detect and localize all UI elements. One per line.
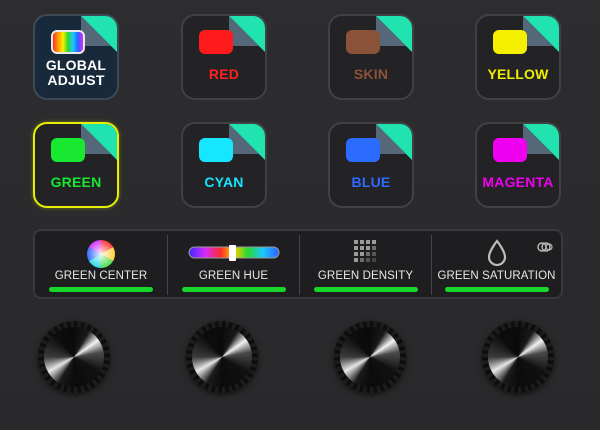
corner-tab-icon	[81, 124, 117, 160]
corner-tab-icon	[376, 124, 412, 160]
knob-1[interactable]	[38, 321, 110, 393]
param-green-saturation[interactable]: GREEN SATURATION	[431, 235, 561, 295]
param-label: GREEN CENTER	[54, 270, 148, 282]
hue-slider-icon	[188, 245, 279, 261]
rainbow-swatch-icon	[51, 30, 85, 54]
red-label: RED	[208, 66, 240, 82]
level-bar	[444, 287, 549, 292]
cyan-label: CYAN	[204, 174, 244, 190]
saturation-drop-icon	[487, 239, 506, 267]
magenta-swatch	[493, 138, 527, 162]
red-button[interactable]: RED	[181, 14, 267, 100]
param-label: GREEN DENSITY	[317, 270, 414, 282]
color-control-panel: GLOBAL ADJUST RED SKIN YELLOW GREEN CYAN…	[0, 0, 600, 430]
level-bar	[49, 287, 153, 292]
corner-tab-icon	[229, 16, 265, 52]
yellow-label: YELLOW	[487, 66, 549, 82]
param-green-center[interactable]: GREEN CENTER	[35, 235, 167, 295]
skin-swatch	[346, 30, 380, 54]
knob-cap	[488, 327, 548, 387]
param-label: GREEN HUE	[198, 270, 269, 282]
cyan-swatch	[199, 138, 233, 162]
level-bar	[181, 287, 286, 292]
green-label: GREEN	[50, 174, 102, 190]
blue-label: BLUE	[351, 174, 391, 190]
knob-cap	[44, 327, 104, 387]
param-green-density[interactable]: GREEN DENSITY	[299, 235, 431, 295]
knob-cap	[192, 327, 252, 387]
skin-button[interactable]: SKIN	[328, 14, 414, 100]
green-swatch	[51, 138, 85, 162]
global-label-line-1: GLOBAL	[45, 57, 107, 73]
global-label-line-2: ADJUST	[47, 72, 105, 88]
green-button[interactable]: GREEN	[33, 122, 119, 208]
corner-tab-icon	[523, 124, 559, 160]
global-adjust-button[interactable]: GLOBAL ADJUST	[33, 14, 119, 100]
red-swatch	[199, 30, 233, 54]
density-grid-icon	[353, 240, 376, 262]
cyan-button[interactable]: CYAN	[181, 122, 267, 208]
param-label: GREEN SATURATION	[437, 270, 556, 282]
parameter-strip: GREEN CENTER GREEN HUE GREEN DENSITY GRE…	[33, 229, 563, 299]
yellow-swatch	[493, 30, 527, 54]
corner-tab-icon	[229, 124, 265, 160]
corner-tab-icon	[376, 16, 412, 52]
knob-cap	[340, 327, 400, 387]
magenta-label: MAGENTA	[482, 174, 554, 190]
param-green-hue[interactable]: GREEN HUE	[167, 235, 299, 295]
skin-label: SKIN	[353, 66, 389, 82]
level-bar	[313, 287, 418, 292]
link-rings-icon	[537, 242, 553, 252]
yellow-button[interactable]: YELLOW	[475, 14, 561, 100]
knob-2[interactable]	[186, 321, 258, 393]
color-wheel-icon	[87, 240, 115, 268]
corner-tab-icon	[523, 16, 559, 52]
magenta-button[interactable]: MAGENTA	[475, 122, 561, 208]
blue-button[interactable]: BLUE	[328, 122, 414, 208]
blue-swatch	[346, 138, 380, 162]
knob-4[interactable]	[482, 321, 554, 393]
knob-3[interactable]	[334, 321, 406, 393]
corner-tab-icon	[81, 16, 117, 52]
